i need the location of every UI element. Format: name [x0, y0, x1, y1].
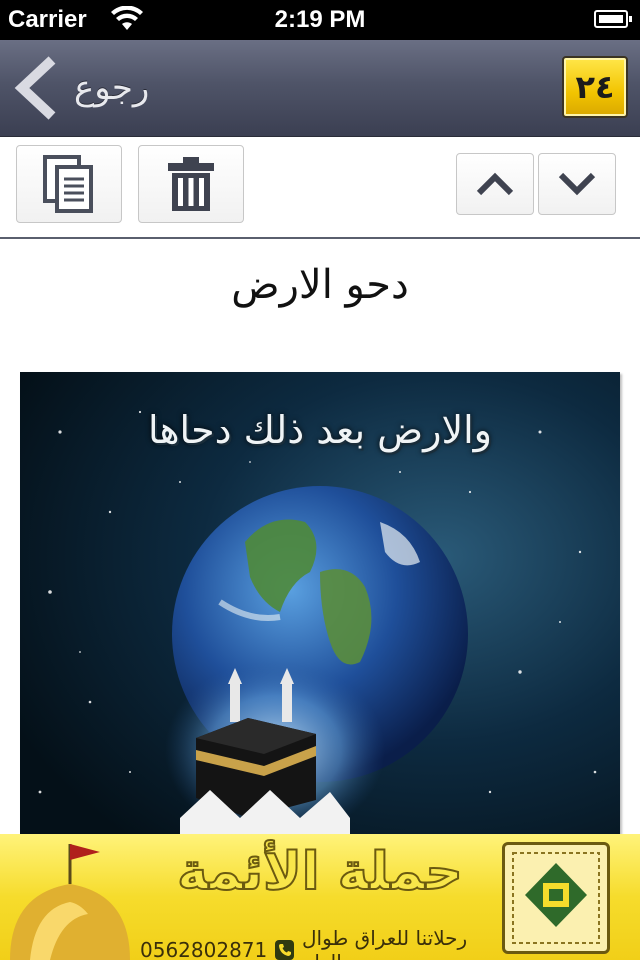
app-logo: ٢٤ — [562, 56, 628, 118]
chevron-down-icon — [558, 172, 596, 196]
copy-icon — [43, 155, 93, 213]
ad-banner[interactable]: حملة الأئمة 0562802871 رحلاتنا للعراق طو… — [0, 834, 640, 960]
chevron-up-icon — [476, 172, 514, 196]
delete-button[interactable] — [138, 145, 244, 223]
trash-icon — [168, 157, 214, 211]
status-bar: Carrier 2:19 PM — [0, 0, 640, 40]
back-label: رجوع — [74, 68, 150, 108]
article-title: دحو الارض — [231, 262, 409, 308]
article-image: والارض بعد ذلك دحاها — [20, 372, 620, 834]
golden-dome-image — [10, 844, 130, 960]
copy-button[interactable] — [16, 145, 122, 223]
battery-icon — [594, 10, 632, 28]
toolbar — [0, 137, 640, 239]
image-caption: والارض بعد ذلك دحاها — [147, 408, 493, 452]
ad-logo — [502, 842, 610, 954]
previous-button[interactable] — [456, 153, 534, 215]
back-button[interactable]: رجوع — [14, 54, 184, 122]
ad-subtitle-row: 0562802871 رحلاتنا للعراق طوال العام — [140, 926, 500, 960]
phone-icon — [275, 940, 294, 960]
next-button[interactable] — [538, 153, 616, 215]
clock: 2:19 PM — [274, 6, 366, 33]
navigation-bar: رجوع ٢٤ — [0, 40, 640, 137]
ad-title: حملة الأئمة — [176, 841, 464, 903]
ad-subtitle: رحلاتنا للعراق طوال العام — [301, 926, 468, 960]
ad-phone: 0562802871 — [140, 938, 268, 960]
back-chevron-icon — [14, 56, 56, 120]
